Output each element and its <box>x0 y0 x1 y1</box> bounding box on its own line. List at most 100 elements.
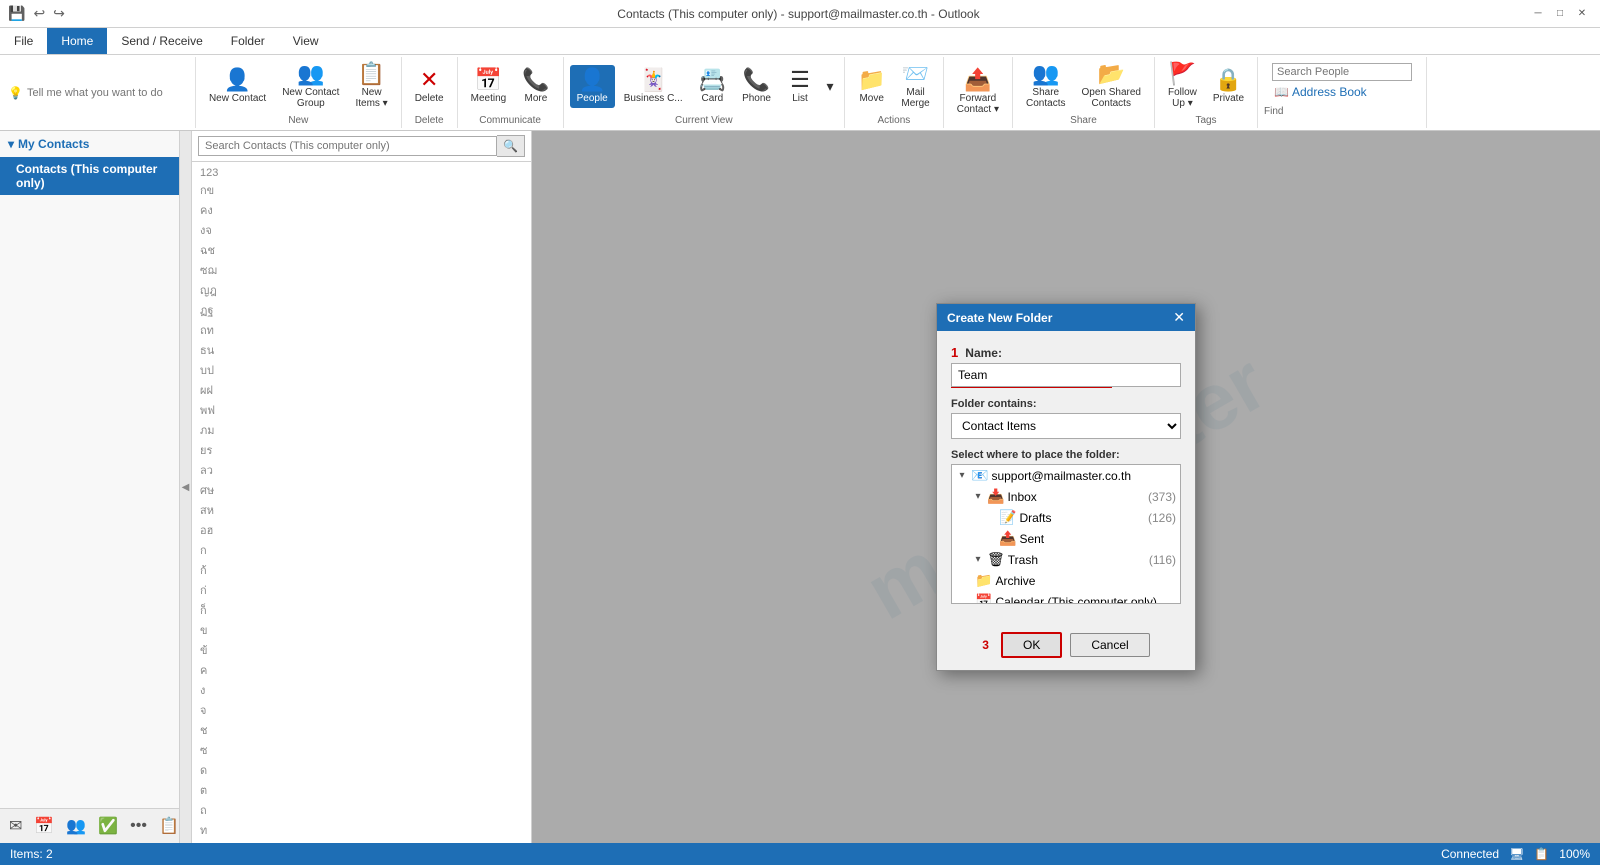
delete-button[interactable]: ✕ Delete <box>408 65 451 108</box>
open-shared-contacts-icon: 📂 <box>1098 63 1125 85</box>
alpha-item-k6[interactable]: ข้ <box>200 640 523 660</box>
alpha-item-123[interactable]: 123 <box>200 166 523 180</box>
phone-view-label: Phone <box>742 93 771 104</box>
folder-name-input[interactable] <box>951 363 1181 387</box>
alpha-item-16[interactable]: ศษ <box>200 480 523 500</box>
alpha-item-k10[interactable]: ช <box>200 720 523 740</box>
alpha-item-k12[interactable]: ด <box>200 760 523 780</box>
alpha-item-3[interactable]: งจ <box>200 220 523 240</box>
sidebar-section-header[interactable]: ▾ My Contacts <box>0 131 179 157</box>
move-button[interactable]: 📁 Move <box>851 65 892 108</box>
alpha-item-11[interactable]: ผฝ <box>200 380 523 400</box>
alpha-item-k15[interactable]: ท <box>200 820 523 840</box>
alpha-item-18[interactable]: อฮ <box>200 520 523 540</box>
tab-send-receive[interactable]: Send / Receive <box>107 28 216 54</box>
alpha-item-k11[interactable]: ซ <box>200 740 523 760</box>
view-more-button[interactable]: ▾ <box>822 75 838 98</box>
sidebar-collapse-button[interactable]: ◀ <box>180 131 192 843</box>
alpha-item-13[interactable]: ภม <box>200 420 523 440</box>
tree-archive[interactable]: 📁 Archive <box>952 570 1180 591</box>
undo-icon[interactable]: ↩ <box>33 5 45 22</box>
alpha-item-k13[interactable]: ต <box>200 780 523 800</box>
folder-contains-select[interactable]: Contact Items <box>951 413 1181 439</box>
list-view-button[interactable]: ☰ List <box>780 65 820 108</box>
tab-home[interactable]: Home <box>47 28 107 54</box>
address-book-button[interactable]: 📖 Address Book <box>1272 84 1412 100</box>
sidebar-item-contacts-local[interactable]: Contacts (This computer only) <box>0 157 179 195</box>
tree-sent[interactable]: 📤 Sent <box>952 528 1180 549</box>
share-contacts-button[interactable]: 👥 ShareContacts <box>1019 59 1072 113</box>
alpha-item-k7[interactable]: ค <box>200 660 523 680</box>
private-button[interactable]: 🔒 Private <box>1206 65 1251 108</box>
close-button[interactable]: ✕ <box>1572 4 1592 24</box>
phone-view-button[interactable]: 📞 Phone <box>735 65 778 108</box>
nav-calendar-icon[interactable]: 📅 <box>31 813 57 839</box>
open-shared-contacts-button[interactable]: 📂 Open SharedContacts <box>1074 59 1148 113</box>
modal-close-button[interactable]: ✕ <box>1173 309 1185 326</box>
alpha-item-15[interactable]: ลว <box>200 460 523 480</box>
alpha-item-k9[interactable]: จ <box>200 700 523 720</box>
find-section: 📖 Address Book <box>1264 59 1420 104</box>
sent-label: Sent <box>1019 532 1176 546</box>
status-icon-1: 🖥 <box>1509 847 1524 861</box>
meeting-button[interactable]: 📅 Meeting <box>464 65 514 108</box>
alpha-item-9[interactable]: ธน <box>200 340 523 360</box>
alpha-item-k3[interactable]: ก่ <box>200 580 523 600</box>
alpha-item-14[interactable]: ยร <box>200 440 523 460</box>
alpha-item-6[interactable]: ญฎ <box>200 280 523 300</box>
alpha-item-8[interactable]: ถท <box>200 320 523 340</box>
new-contact-button[interactable]: 👤 New Contact <box>202 65 273 108</box>
maximize-button[interactable]: □ <box>1550 4 1570 24</box>
redo-icon[interactable]: ↪ <box>53 5 65 22</box>
new-contact-group-button[interactable]: 👥 New ContactGroup <box>275 59 346 113</box>
people-view-button[interactable]: 👤 People <box>570 65 615 108</box>
alpha-item-k5[interactable]: ข <box>200 620 523 640</box>
alpha-item-10[interactable]: บป <box>200 360 523 380</box>
new-items-button[interactable]: 📋 NewItems ▾ <box>348 59 394 113</box>
forward-contact-button[interactable]: 📤 ForwardContact ▾ <box>950 65 1006 119</box>
alpha-item-k[interactable]: ก <box>200 540 523 560</box>
tree-inbox[interactable]: ▾ 📥 Inbox (373) <box>952 486 1180 507</box>
alpha-item-7[interactable]: ฏฐ <box>200 300 523 320</box>
alpha-item-4[interactable]: ฉช <box>200 240 523 260</box>
nav-mail-icon[interactable]: ✉ <box>6 813 25 839</box>
mail-merge-button[interactable]: 📨 MailMerge <box>894 59 936 113</box>
tab-file[interactable]: File <box>0 28 47 54</box>
share-contacts-label: ShareContacts <box>1026 87 1065 109</box>
tell-me-input[interactable] <box>27 87 187 99</box>
alpha-item-1[interactable]: กข <box>200 180 523 200</box>
alpha-item-k4[interactable]: ก็ <box>200 600 523 620</box>
alpha-item-2[interactable]: คง <box>200 200 523 220</box>
tab-folder[interactable]: Folder <box>217 28 279 54</box>
ribbon-group-communicate: 📅 Meeting 📞 More Communicate <box>458 57 564 128</box>
nav-expand-icon[interactable]: 📋 <box>156 813 180 839</box>
tree-root[interactable]: ▾ 📧 support@mailmaster.co.th <box>952 465 1180 486</box>
cancel-button[interactable]: Cancel <box>1070 633 1149 657</box>
card-view-button[interactable]: 📇 Card <box>692 65 733 108</box>
alpha-item-k2[interactable]: ก้ <box>200 560 523 580</box>
tree-drafts[interactable]: 📝 Drafts (126) <box>952 507 1180 528</box>
tab-view[interactable]: View <box>279 28 333 54</box>
ok-button[interactable]: OK <box>1001 632 1062 658</box>
sidebar-section-label: My Contacts <box>18 137 89 151</box>
business-card-view-button[interactable]: 🃏 Business C... <box>617 65 690 108</box>
more-button[interactable]: 📞 More <box>515 65 556 108</box>
inbox-label: Inbox <box>1007 490 1145 504</box>
alpha-item-5[interactable]: ซฌ <box>200 260 523 280</box>
minimize-button[interactable]: ─ <box>1528 4 1548 24</box>
contact-search-icon-button[interactable]: 🔍 <box>497 135 525 157</box>
nav-more-icon[interactable]: ••• <box>127 814 150 838</box>
alpha-item-12[interactable]: พฟ <box>200 400 523 420</box>
alpha-item-k8[interactable]: ง <box>200 680 523 700</box>
sent-icon: 📤 <box>999 530 1016 547</box>
search-people-input[interactable] <box>1277 66 1407 78</box>
nav-tasks-icon[interactable]: ✅ <box>95 813 121 839</box>
alpha-item-17[interactable]: สห <box>200 500 523 520</box>
contact-search-input[interactable] <box>198 136 497 156</box>
tree-calendar[interactable]: 📅 Calendar (This computer only) <box>952 591 1180 604</box>
nav-contacts-icon[interactable]: 👥 <box>63 813 89 839</box>
tree-trash[interactable]: ▾ 🗑 Trash (116) <box>952 549 1180 570</box>
step-number-1: 1 <box>951 345 958 360</box>
alpha-item-k14[interactable]: ถ <box>200 800 523 820</box>
follow-up-button[interactable]: 🚩 FollowUp ▾ <box>1161 59 1204 113</box>
